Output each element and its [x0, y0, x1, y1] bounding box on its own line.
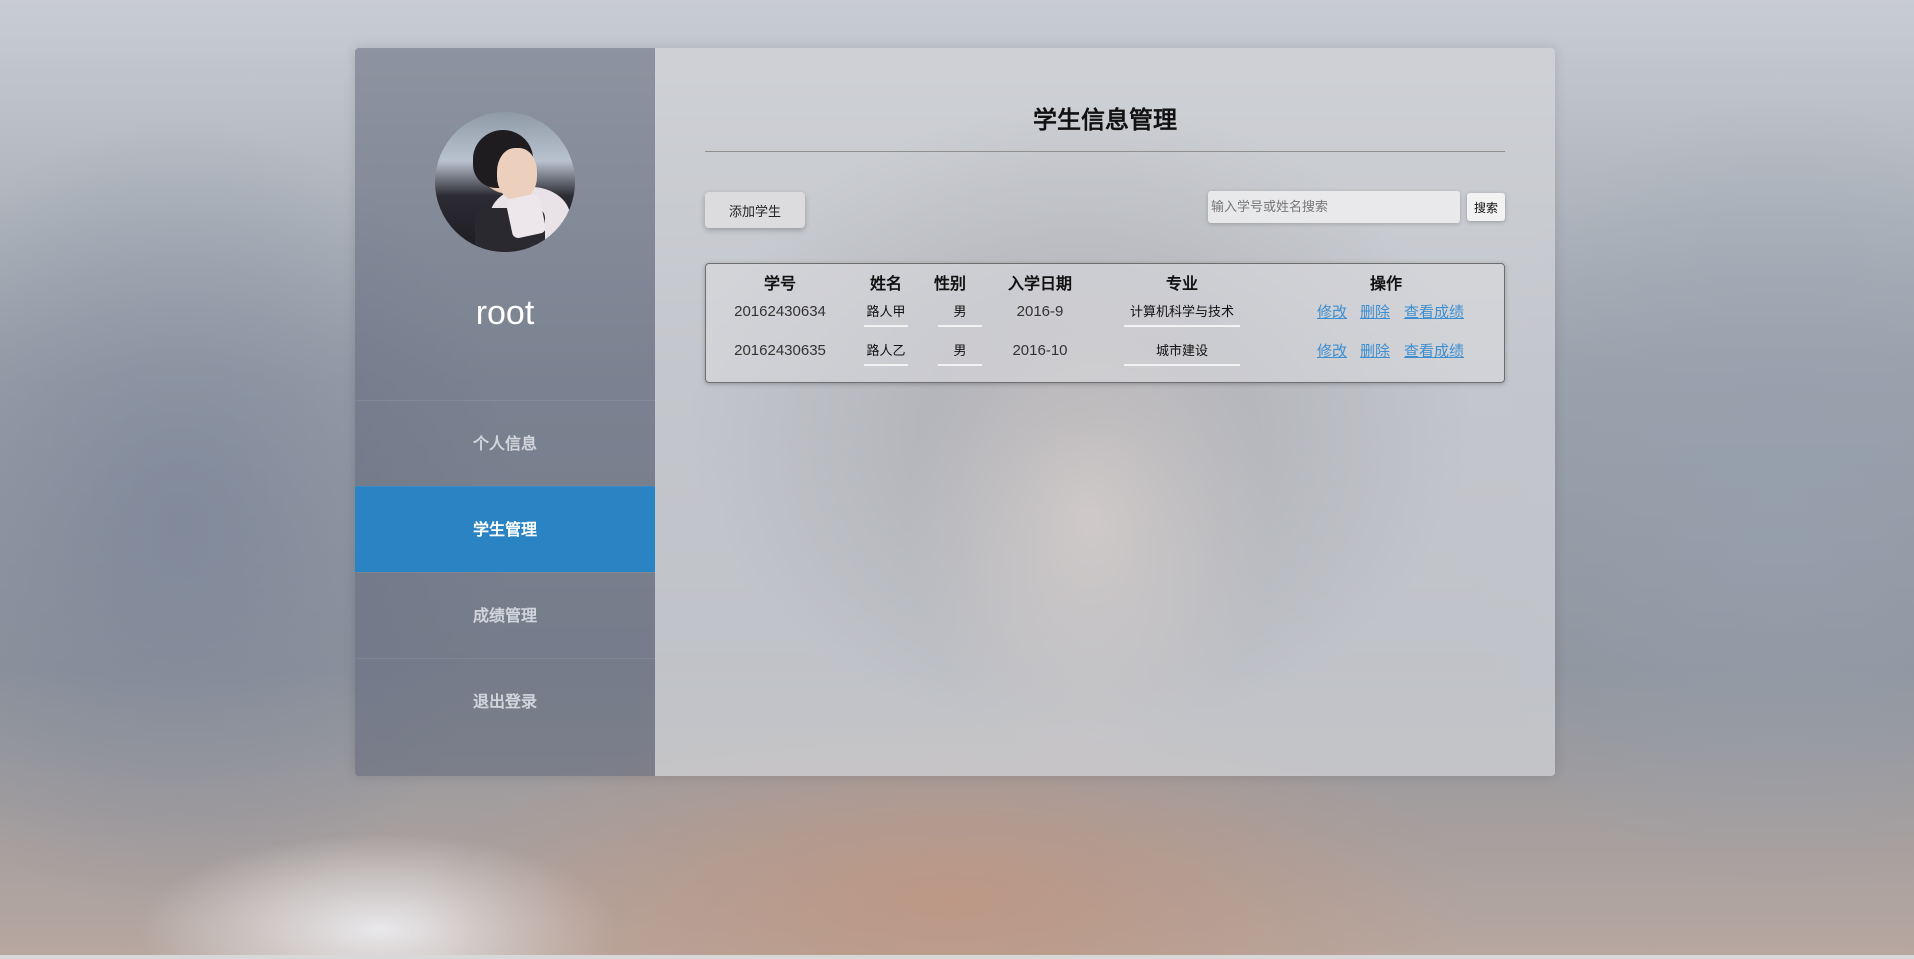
- cell-student-name: 路人甲: [864, 299, 908, 327]
- sidebar-item-personal-info[interactable]: 个人信息: [355, 400, 655, 486]
- cell-student-gender: 男: [938, 299, 982, 327]
- cell-enroll-date: 2016-9: [1016, 303, 1064, 320]
- search-input[interactable]: [1208, 191, 1460, 223]
- cell-student-id: 20162430635: [734, 342, 826, 359]
- column-header-id: 学号: [763, 274, 796, 293]
- column-header-major: 专业: [1165, 274, 1198, 293]
- edit-link[interactable]: 修改: [1314, 337, 1350, 365]
- student-table: 学号 姓名 性别 入学日期 专业 操作 20162430634 路人甲 男 20…: [705, 263, 1505, 383]
- app-panel: root 个人信息 学生管理 成绩管理 退出登录 学生信息管理 添加学生 搜索 …: [355, 48, 1555, 776]
- cell-enroll-date: 2016-10: [1012, 342, 1068, 359]
- cell-major: 计算机科学与技术: [1124, 299, 1240, 327]
- sidebar-item-logout[interactable]: 退出登录: [355, 658, 655, 744]
- username: root: [475, 294, 535, 332]
- add-student-button[interactable]: 添加学生: [705, 192, 805, 228]
- search-button[interactable]: 搜索: [1467, 193, 1505, 221]
- view-grades-link[interactable]: 查看成绩: [1400, 298, 1468, 326]
- title-divider: [705, 151, 1505, 152]
- column-header-gender: 性别: [933, 274, 966, 293]
- main-content: 学生信息管理 添加学生 搜索 学号 姓名 性别 入学日期 专业 操作 20162…: [655, 48, 1555, 776]
- sidebar-nav: 个人信息 学生管理 成绩管理 退出登录: [355, 400, 655, 744]
- cell-student-gender: 男: [938, 338, 982, 366]
- delete-link[interactable]: 删除: [1357, 298, 1393, 326]
- sidebar: root 个人信息 学生管理 成绩管理 退出登录: [355, 48, 655, 776]
- delete-link[interactable]: 删除: [1357, 337, 1393, 365]
- cell-major: 城市建设: [1124, 338, 1240, 366]
- cell-student-id: 20162430634: [734, 303, 826, 320]
- avatar: [435, 112, 575, 252]
- page-title: 学生信息管理: [1033, 106, 1177, 134]
- column-header-name: 姓名: [869, 274, 902, 293]
- edit-link[interactable]: 修改: [1314, 298, 1350, 326]
- bottom-strip: [0, 955, 1914, 959]
- sidebar-item-grade-management[interactable]: 成绩管理: [355, 572, 655, 658]
- sidebar-item-student-management[interactable]: 学生管理: [355, 486, 655, 572]
- cell-student-name: 路人乙: [864, 338, 908, 366]
- column-header-actions: 操作: [1369, 274, 1402, 293]
- view-grades-link[interactable]: 查看成绩: [1400, 337, 1468, 365]
- column-header-date: 入学日期: [1007, 274, 1072, 293]
